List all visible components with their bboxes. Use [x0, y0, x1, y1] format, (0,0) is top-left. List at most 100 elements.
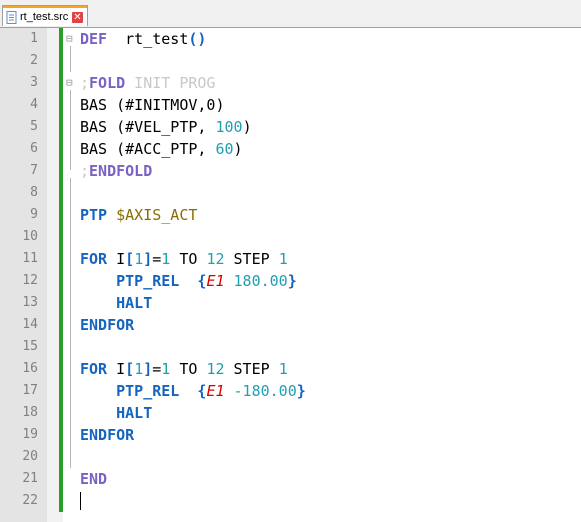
line-number: 6 — [30, 141, 38, 156]
code-token: () — [188, 30, 207, 48]
code-token: [ — [125, 250, 135, 268]
code-token: 1 — [134, 360, 144, 378]
line-number: 13 — [22, 295, 38, 310]
code-token: ) — [242, 118, 252, 136]
file-tab[interactable]: rt_test.src ✕ — [2, 5, 88, 26]
close-icon[interactable]: ✕ — [72, 12, 83, 23]
code-token: 60 — [215, 140, 234, 158]
line-number: 2 — [30, 53, 38, 68]
code-line[interactable]: ;ENDFOLD — [80, 160, 152, 182]
change-history-bar — [59, 28, 63, 512]
code-token: BAS (#ACC_PTP, — [80, 140, 216, 158]
line-number: 16 — [22, 361, 38, 376]
code-token: I — [107, 360, 126, 378]
code-token: ) — [233, 140, 243, 158]
fold-guide — [70, 90, 71, 170]
line-number: 7 — [30, 163, 38, 178]
code-token: ] — [143, 360, 153, 378]
code-line[interactable]: FOR I[1]=1 TO 12 STEP 1 — [80, 358, 288, 380]
code-token: ; — [80, 74, 90, 92]
tab-bar: rt_test.src ✕ — [0, 0, 581, 28]
fold-guide — [70, 46, 71, 72]
code-token: = — [152, 360, 162, 378]
code-line[interactable]: BAS (#ACC_PTP, 60) — [80, 138, 243, 160]
line-number: 21 — [22, 471, 38, 486]
line-number: 20 — [22, 449, 38, 464]
line-number: 8 — [30, 185, 38, 200]
code-token: $AXIS_ACT — [116, 206, 198, 224]
code-line[interactable]: ENDFOR — [80, 314, 134, 336]
line-number: 22 — [22, 493, 38, 508]
code-token: 180.00 — [233, 272, 288, 290]
code-token: = — [152, 250, 162, 268]
code-token: TO — [170, 250, 207, 268]
code-token: E1 — [206, 382, 225, 400]
code-token: PTP — [80, 206, 108, 224]
code-token: rt_test — [107, 30, 189, 48]
code-line[interactable]: ;FOLD INIT PROG — [80, 72, 215, 94]
code-token: TO — [170, 360, 207, 378]
code-token: 12 — [206, 250, 225, 268]
code-token: FOR — [80, 250, 108, 268]
code-token: E1 — [206, 272, 225, 290]
tab-active-indicator — [3, 6, 87, 8]
code-token: ; — [80, 162, 90, 180]
text-cursor — [80, 492, 81, 510]
code-line[interactable]: HALT — [80, 402, 152, 424]
line-number: 9 — [30, 207, 38, 222]
code-token: PTP_REL — [116, 272, 180, 290]
code-token: 100 — [215, 118, 243, 136]
code-token: STEP — [224, 360, 279, 378]
code-token: END — [80, 470, 108, 488]
line-number: 17 — [22, 383, 38, 398]
tab-label: rt_test.src — [20, 11, 69, 23]
code-token: [ — [125, 360, 135, 378]
code-line[interactable]: BAS (#INITMOV,0) — [80, 94, 225, 116]
code-token: HALT — [116, 404, 153, 422]
code-line[interactable]: ENDFOR — [80, 424, 134, 446]
code-line[interactable]: PTP_REL {E1 180.00} — [80, 270, 297, 292]
code-token: DEF — [80, 30, 108, 48]
code-line[interactable]: PTP $AXIS_ACT — [80, 204, 197, 226]
code-token: ENDFOLD — [89, 162, 153, 180]
code-token: 1 — [278, 360, 288, 378]
code-line[interactable]: PTP_REL {E1 -180.00} — [80, 380, 306, 402]
code-token: ENDFOR — [80, 426, 135, 444]
line-number: 18 — [22, 405, 38, 420]
line-number: 5 — [30, 119, 38, 134]
code-token: BAS (#INITMOV,0) — [80, 96, 225, 114]
code-line[interactable]: BAS (#VEL_PTP, 100) — [80, 116, 252, 138]
line-number: 4 — [30, 97, 38, 112]
code-token: 1 — [161, 360, 171, 378]
code-token: ENDFOR — [80, 316, 135, 334]
code-token: I — [107, 250, 126, 268]
line-number: 19 — [22, 427, 38, 442]
code-line[interactable]: HALT — [80, 292, 152, 314]
file-icon — [6, 10, 17, 24]
code-line[interactable]: FOR I[1]=1 TO 12 STEP 1 — [80, 248, 288, 270]
fold-guide — [70, 178, 71, 468]
code-line[interactable]: END — [80, 468, 107, 490]
code-token: HALT — [116, 294, 153, 312]
code-token: 1 — [278, 250, 288, 268]
line-number: 1 — [30, 31, 38, 46]
line-number: 14 — [22, 317, 38, 332]
code-token: 1 — [161, 250, 171, 268]
code-line[interactable]: DEF rt_test() — [80, 28, 206, 50]
code-token: } — [287, 272, 297, 290]
code-token: FOLD — [89, 74, 126, 92]
code-token: -180.00 — [233, 382, 297, 400]
code-token: 1 — [134, 250, 144, 268]
code-token: ] — [143, 250, 153, 268]
line-number: 3 — [30, 75, 38, 90]
code-token: INIT PROG — [125, 74, 216, 92]
